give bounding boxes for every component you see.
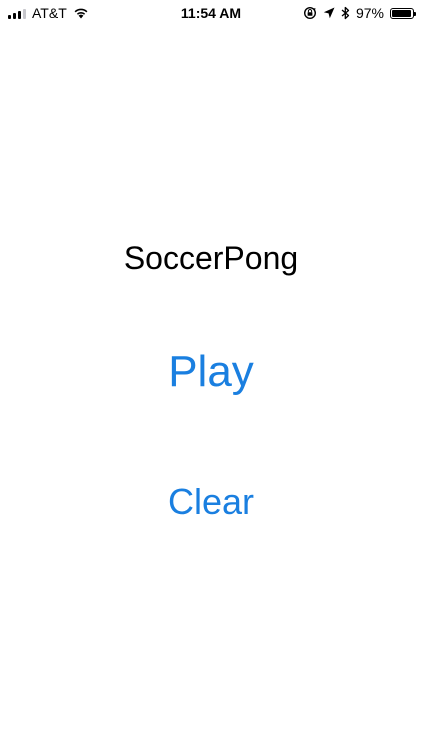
status-bar: AT&T 11:54 AM 97% <box>0 0 422 26</box>
status-bar-right: 97% <box>303 4 416 22</box>
battery-percent: 97% <box>355 5 384 21</box>
play-button[interactable]: Play <box>131 343 291 401</box>
clear-button[interactable]: Clear <box>131 480 291 524</box>
app-title: SoccerPong <box>123 240 299 276</box>
bluetooth-icon <box>341 6 350 20</box>
rotation-lock-icon <box>303 6 316 20</box>
battery-icon <box>390 7 416 19</box>
location-arrow-icon <box>323 7 335 19</box>
